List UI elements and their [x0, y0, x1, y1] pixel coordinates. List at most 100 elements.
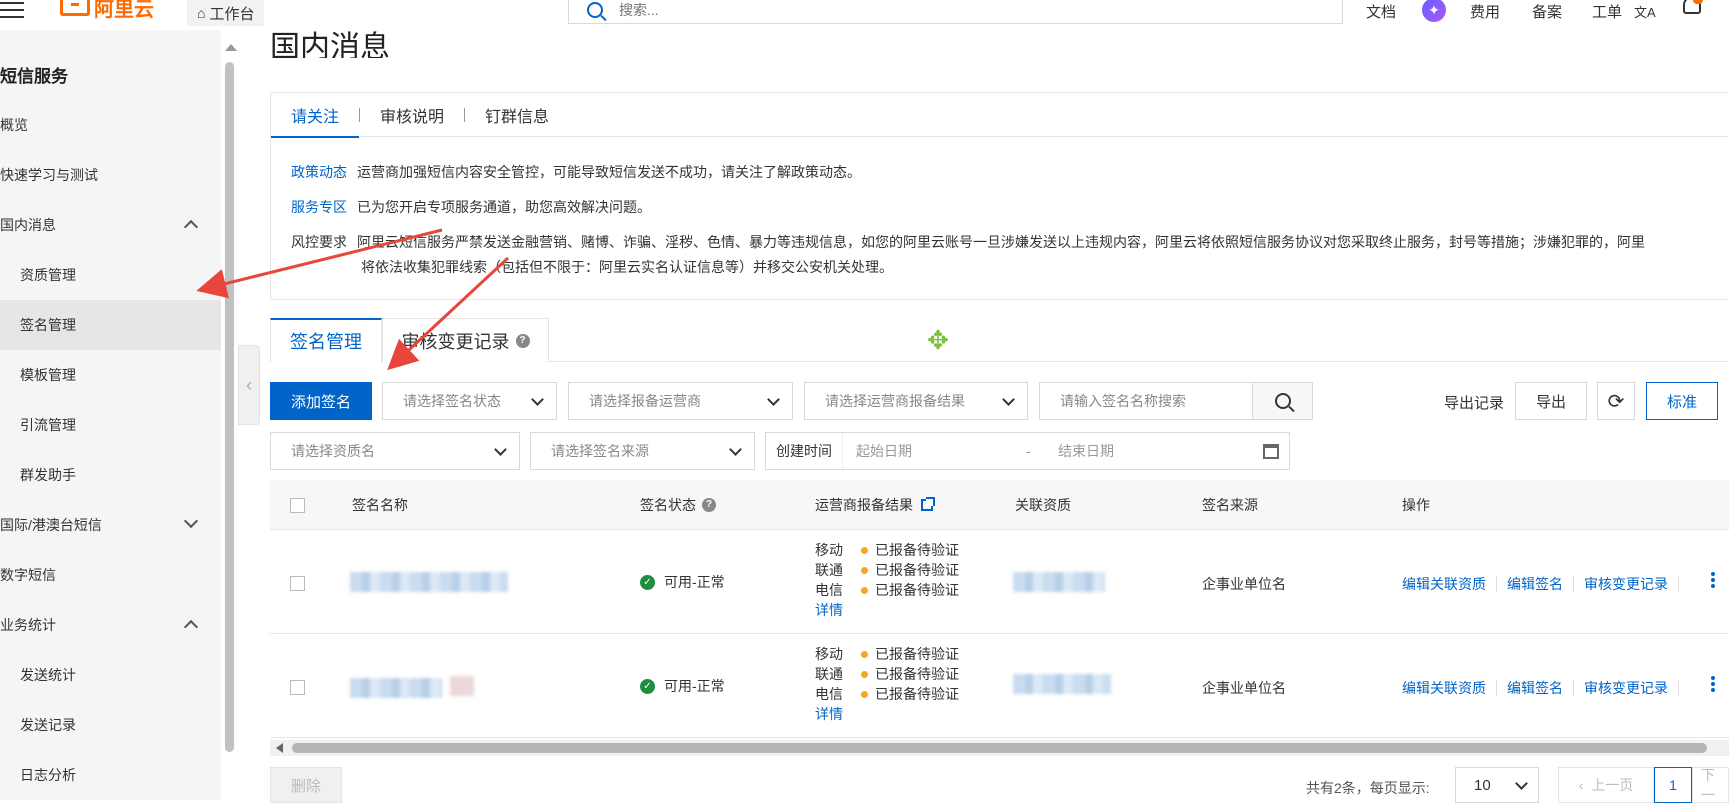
edit-signature-link[interactable]: 编辑签名 [1507, 678, 1563, 698]
tab-review-notes[interactable]: 审核说明 [360, 93, 464, 137]
detail-link[interactable]: 详情 [815, 600, 959, 620]
nav-docs[interactable]: 文档 [1366, 1, 1396, 22]
external-link-icon[interactable] [921, 497, 935, 511]
export-button[interactable]: 导出 [1515, 382, 1587, 420]
chevron-down-icon [531, 393, 544, 406]
export-records-link[interactable]: 导出记录 [1444, 392, 1504, 413]
menu-icon[interactable] [0, 2, 26, 22]
status-text: 可用-正常 [664, 678, 725, 694]
tab-attention[interactable]: 请关注 [271, 93, 360, 138]
global-search[interactable] [568, 0, 1343, 24]
more-actions-icon[interactable] [1711, 572, 1715, 590]
prev-page-button[interactable]: ‹ 上一页 [1558, 767, 1654, 803]
tab-dingtalk[interactable]: 钉群信息 [465, 93, 569, 137]
sidebar-item-digital[interactable]: 数字短信 [0, 550, 221, 600]
global-search-input[interactable] [619, 1, 1219, 18]
tab-audit-records[interactable]: 审核变更记录? [382, 318, 549, 362]
calendar-icon[interactable] [1263, 444, 1279, 459]
notice-service-link[interactable]: 服务专区 [291, 199, 347, 215]
page-1-button[interactable]: 1 [1654, 767, 1692, 803]
help-icon[interactable]: ? [702, 498, 716, 512]
sidebar-item-quickstart[interactable]: 快速学习与测试 [0, 150, 221, 200]
notice-policy-link[interactable]: 政策动态 [291, 164, 347, 180]
operator-select[interactable]: 请选择报备运营商 [568, 382, 793, 420]
result-select[interactable]: 请选择运营商报备结果 [804, 382, 1028, 420]
pending-dot-icon [861, 566, 868, 574]
tab-signature-manage[interactable]: 签名管理 [270, 318, 382, 362]
workbench-button[interactable]: ⌂ 工作台 [187, 0, 265, 26]
edit-qualification-link[interactable]: 编辑关联资质 [1402, 678, 1486, 698]
logo-mark-icon [60, 0, 90, 16]
divider [1496, 576, 1497, 592]
next-page-button[interactable]: 下一 [1692, 767, 1729, 803]
qualification-select[interactable]: 请选择资质名 [270, 432, 520, 470]
created-date-range[interactable]: 创建时间 起始日期 - 结束日期 [765, 432, 1290, 470]
detail-link-text[interactable]: 详情 [815, 704, 843, 724]
select-placeholder: 请选择运营商报备结果 [825, 393, 965, 409]
select-placeholder: 请选择签名状态 [403, 393, 501, 409]
carrier-result: 已报备待验证 [875, 562, 959, 578]
col-qualification: 关联资质 [1015, 497, 1071, 513]
signature-name-redacted[interactable] [350, 678, 442, 698]
edit-qualification-link[interactable]: 编辑关联资质 [1402, 574, 1486, 594]
nav-filing[interactable]: 备案 [1532, 1, 1562, 22]
more-actions-icon[interactable] [1711, 676, 1715, 694]
sidebar-scroll-thumb[interactable] [225, 62, 234, 752]
status-select[interactable]: 请选择签名状态 [382, 382, 557, 420]
start-date-input[interactable]: 起始日期 [856, 441, 912, 461]
divider [1678, 576, 1679, 592]
carrier-line: 联通 已报备待验证 [815, 664, 959, 684]
notice-policy: 政策动态 运营商加强短信内容安全管控，可能导致短信发送不成功，请关注了解政策动态。 [291, 162, 861, 182]
sidebar-item-stats[interactable]: 业务统计 [0, 600, 221, 650]
select-all-checkbox[interactable] [290, 498, 305, 513]
help-icon[interactable]: ? [515, 333, 530, 348]
delete-button[interactable]: 删除 [270, 767, 342, 803]
refresh-button[interactable]: ⟳ [1597, 382, 1635, 420]
sidebar-item-traffic[interactable]: 引流管理 [0, 400, 221, 450]
row-checkbox[interactable] [290, 680, 305, 695]
audit-records-link[interactable]: 审核变更记录 [1584, 678, 1668, 698]
sidebar-item-send-stats[interactable]: 发送统计 [0, 650, 221, 700]
detail-link-text[interactable]: 详情 [815, 600, 843, 620]
audit-records-link[interactable]: 审核变更记录 [1584, 574, 1668, 594]
collapse-sidebar-button[interactable]: ‹ [238, 345, 260, 425]
add-signature-button[interactable]: 添加签名 [270, 382, 372, 420]
sidebar-item-international[interactable]: 国际/港澳台短信 [0, 500, 221, 550]
detail-link[interactable]: 详情 [815, 704, 959, 724]
search-button[interactable] [1252, 382, 1313, 420]
aliyun-logo[interactable]: 阿里云 [60, 0, 154, 21]
signature-name-redacted[interactable] [350, 572, 508, 592]
scroll-left-icon[interactable] [276, 743, 283, 753]
carrier-line: 移动 已报备待验证 [815, 644, 959, 664]
sidebar-item-qualification[interactable]: 资质管理 [0, 250, 221, 300]
row-checkbox[interactable] [290, 576, 305, 591]
end-date-input[interactable]: 结束日期 [1058, 441, 1114, 461]
carrier-line: 移动 已报备待验证 [815, 540, 959, 560]
move-cursor-icon: ✥ [927, 325, 949, 355]
logo-text: 阿里云 [94, 0, 154, 21]
page-size-select[interactable]: 10 [1455, 767, 1539, 803]
sidebar-item-send-records[interactable]: 发送记录 [0, 700, 221, 750]
scroll-up-icon[interactable] [225, 44, 237, 51]
sidebar-item-domestic[interactable]: 国内消息 [0, 200, 221, 250]
signature-search-input[interactable]: 请输入签名名称搜索 [1039, 382, 1253, 420]
sidebar-item-overview[interactable]: 概览 [0, 100, 221, 150]
sidebar-item-signature[interactable]: 签名管理 [0, 300, 221, 350]
nav-billing[interactable]: 费用 [1470, 1, 1500, 22]
translate-icon[interactable]: 文A [1634, 2, 1656, 21]
table-scroll-thumb[interactable] [292, 743, 1707, 753]
sidebar-item-bulk[interactable]: 群发助手 [0, 450, 221, 500]
nav-ticket[interactable]: 工单 [1592, 1, 1622, 22]
edit-signature-link[interactable]: 编辑签名 [1507, 574, 1563, 594]
carrier-line: 联通 已报备待验证 [815, 560, 959, 580]
sidebar-item-label: 群发助手 [20, 467, 76, 483]
standard-view-button[interactable]: 标准 [1646, 382, 1718, 420]
notice-risk-cont: 将依法收集犯罪线索（包括但不限于：阿里云实名认证信息等）并移交公安机关处理。 [361, 259, 893, 275]
sidebar-item-log-analysis[interactable]: 日志分析 [0, 750, 221, 800]
sidebar-item-label: 国际/港澳台短信 [0, 517, 102, 533]
table-horizontal-scrollbar[interactable] [270, 740, 1729, 756]
ai-assistant-icon[interactable]: ✦ [1422, 0, 1446, 22]
sidebar-item-template[interactable]: 模板管理 [0, 350, 221, 400]
source-select[interactable]: 请选择签名来源 [530, 432, 755, 470]
notice-risk-label: 风控要求 [291, 234, 347, 250]
